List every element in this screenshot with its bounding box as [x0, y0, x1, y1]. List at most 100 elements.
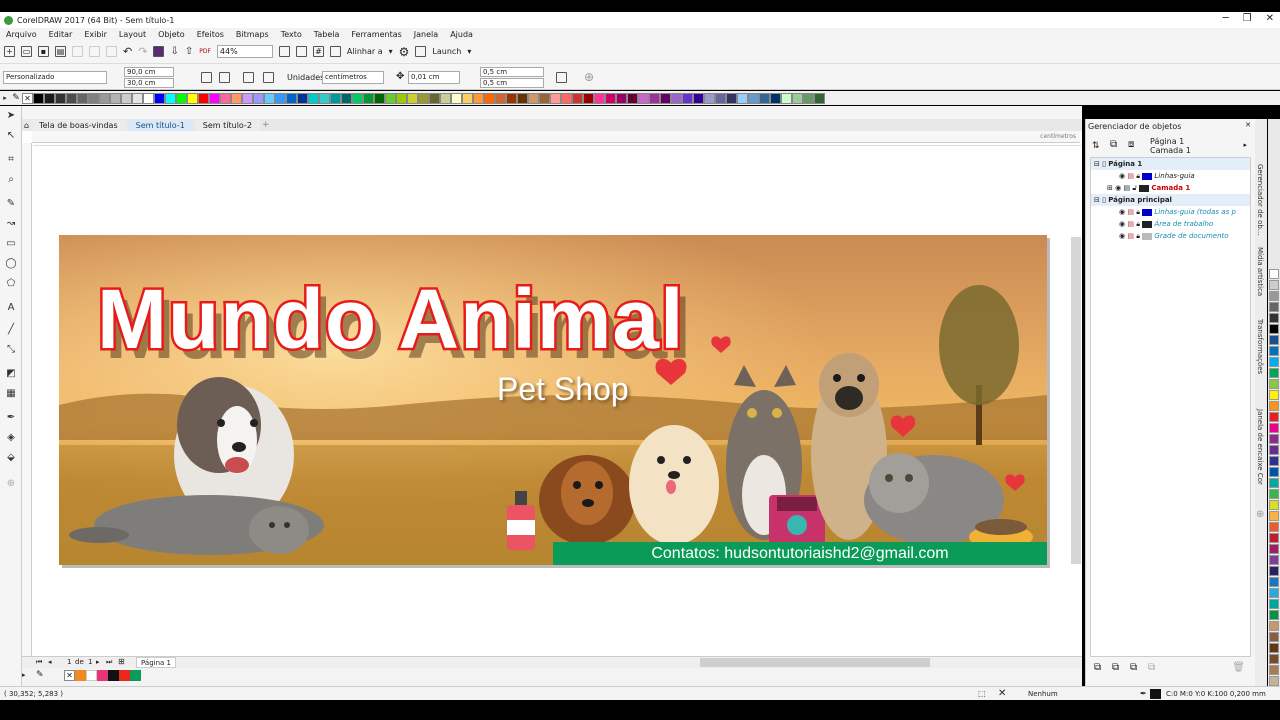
layer-color-swatch[interactable] [1139, 184, 1150, 192]
palette-swatch[interactable] [385, 92, 396, 104]
palette-swatch[interactable] [253, 92, 264, 104]
palette-swatch[interactable] [418, 92, 429, 104]
palette-swatch[interactable] [66, 92, 77, 104]
options-gear-icon[interactable]: ⚙ [399, 45, 410, 59]
menu-exibir[interactable]: Exibir [84, 30, 107, 39]
outline-status[interactable]: C:0 M:0 Y:0 K:100 0,200 mm [1166, 690, 1266, 698]
palette-swatch[interactable] [407, 92, 418, 104]
show-rulers-icon[interactable] [295, 46, 307, 57]
vertical-palette-swatch[interactable] [1269, 632, 1279, 642]
vertical-palette-swatch[interactable] [1269, 346, 1279, 356]
vertical-palette-swatch[interactable] [1269, 313, 1279, 323]
vertical-palette-swatch[interactable] [1269, 412, 1279, 422]
vertical-palette-swatch[interactable] [1269, 456, 1279, 466]
rectangle-tool-icon[interactable]: ▭ [5, 238, 17, 250]
treat-as-filled-icon[interactable] [556, 72, 567, 83]
palette-swatch[interactable] [506, 92, 517, 104]
palette-swatch[interactable] [704, 92, 715, 104]
palette-swatch[interactable] [770, 92, 781, 104]
vertical-palette-swatch[interactable] [1269, 533, 1279, 543]
menu-editar[interactable]: Editar [49, 30, 73, 39]
palette-swatch[interactable] [649, 92, 660, 104]
palette-swatch[interactable] [671, 92, 682, 104]
palette-swatch[interactable] [220, 92, 231, 104]
add-icon[interactable]: ⊕ [584, 70, 594, 84]
vertical-palette-swatch[interactable] [1269, 555, 1279, 565]
vertical-palette-swatch[interactable] [1269, 467, 1279, 477]
edit-across-layers-icon[interactable]: ⧉ [1110, 139, 1117, 150]
current-page-icon[interactable] [263, 72, 274, 83]
vertical-palette-swatch[interactable] [1269, 379, 1279, 389]
shape-tool-icon[interactable]: ↖ [5, 130, 17, 142]
palette-swatch[interactable] [748, 92, 759, 104]
last-page-icon[interactable]: ⏭ [106, 658, 112, 667]
palette-swatch[interactable] [308, 92, 319, 104]
new-layer-icon[interactable]: ⧉ [1094, 662, 1101, 673]
new-master-layer-even-icon[interactable]: ⧉ [1148, 662, 1155, 673]
duplicate-x-field[interactable]: 0,5 cm [480, 67, 544, 77]
palette-swatch[interactable] [638, 92, 649, 104]
add-tool-icon[interactable]: ⊕ [5, 478, 17, 490]
tree-row-page1[interactable]: ⊟ ▯ Página 1 [1091, 158, 1250, 170]
docker-menu-icon[interactable]: ▸ [1243, 141, 1247, 149]
import-icon[interactable]: ⇩ [170, 46, 178, 57]
maximize-icon[interactable]: ❐ [1243, 13, 1252, 24]
no-color-swatch[interactable]: ✕ [22, 92, 33, 104]
portrait-icon[interactable] [201, 72, 212, 83]
paste-icon[interactable] [106, 46, 117, 57]
lock-icon[interactable]: 🔒︎ [1136, 220, 1140, 228]
palette-swatch[interactable] [297, 92, 308, 104]
copy-icon[interactable] [89, 46, 100, 57]
vertical-palette-swatch[interactable] [1269, 544, 1279, 554]
vertical-palette-swatch[interactable] [1269, 445, 1279, 455]
new-master-layer-odd-icon[interactable]: ⧉ [1130, 662, 1137, 673]
vertical-palette-swatch[interactable] [1269, 335, 1279, 345]
add-docker-icon[interactable]: ⊕ [1256, 509, 1264, 520]
page-size-preset-select[interactable]: Personalizado [3, 71, 107, 84]
tree-row-desktop[interactable]: ◉ ▤ 🔒︎ Área de trabalho [1091, 218, 1250, 230]
menu-janela[interactable]: Janela [414, 30, 438, 39]
palette-swatch[interactable] [88, 92, 99, 104]
undo-icon[interactable]: ↶ [123, 45, 132, 58]
vertical-palette-swatch[interactable] [1269, 291, 1279, 301]
menu-tabela[interactable]: Tabela [314, 30, 340, 39]
new-tab-icon[interactable]: + [262, 120, 270, 130]
palette-swatch[interactable] [660, 92, 671, 104]
palette-swatch[interactable] [440, 92, 451, 104]
layer-manager-view-icon[interactable]: ⧈ [1128, 139, 1134, 150]
lock-icon[interactable]: 🔒︎ [1136, 172, 1140, 180]
eye-icon[interactable]: ◉ [1119, 220, 1125, 228]
layer-color-swatch[interactable] [1142, 232, 1153, 240]
page-tab-1[interactable]: Página 1 [136, 657, 176, 668]
palette-swatch[interactable] [286, 92, 297, 104]
no-color-swatch[interactable]: ✕ [64, 670, 75, 681]
palette-swatch[interactable] [550, 92, 561, 104]
outline-color-swatch[interactable] [1150, 689, 1161, 699]
vertical-palette-swatch[interactable] [1269, 588, 1279, 598]
connector-tool-icon[interactable]: ⤡ [5, 344, 17, 356]
landscape-icon[interactable] [219, 72, 230, 83]
eyedropper-icon[interactable]: ✎ [36, 670, 44, 680]
vertical-palette-swatch[interactable] [1269, 621, 1279, 631]
tab-sem-titulo-2[interactable]: Sem título-2 [194, 119, 260, 131]
polygon-tool-icon[interactable]: ⬠ [5, 278, 17, 290]
vertical-palette-swatch[interactable] [1269, 478, 1279, 488]
printer-icon[interactable]: ▤ [1127, 232, 1134, 240]
lock-icon[interactable]: 🔒︎ [1136, 232, 1140, 240]
palette-swatch[interactable] [374, 92, 385, 104]
save-icon[interactable]: ▪ [38, 46, 49, 57]
text-tool-icon[interactable]: A [5, 302, 17, 314]
artistic-media-icon[interactable]: ↝ [5, 218, 17, 230]
palette-swatch[interactable] [539, 92, 550, 104]
palette-swatch[interactable] [792, 92, 803, 104]
interactive-fill-icon[interactable]: ◈ [5, 432, 17, 444]
palette-swatch[interactable] [44, 92, 55, 104]
units-select[interactable]: centímetros [322, 71, 384, 84]
pick-tool-icon[interactable]: ➤ [5, 110, 17, 122]
banner-title[interactable]: Mundo Animal [95, 270, 686, 369]
side-tab-artistic-media[interactable]: Mídia artística [1256, 247, 1264, 296]
palette-swatch[interactable] [737, 92, 748, 104]
print-icon[interactable]: ▤ [55, 46, 66, 57]
palette-swatch[interactable] [781, 92, 792, 104]
palette-swatch[interactable] [198, 92, 209, 104]
